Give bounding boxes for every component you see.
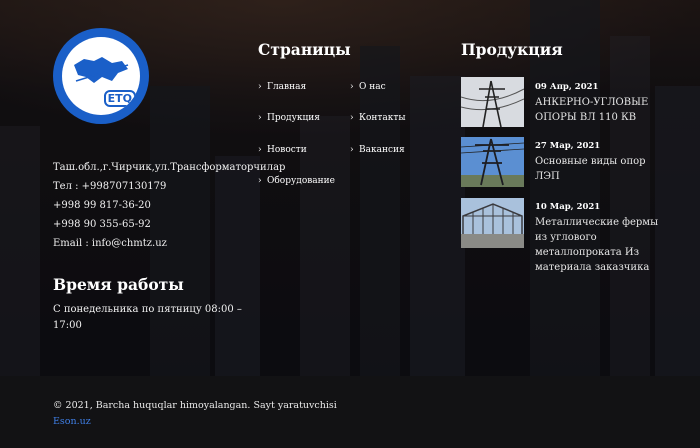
nav-link-news[interactable]: › Новости <box>258 145 307 155</box>
product-date: 10 Мар, 2021 <box>535 202 601 212</box>
nav-link-label: О нас <box>359 82 386 92</box>
product-title[interactable]: АНКЕРНО-УГЛОВЫЕ ОПОРЫ ВЛ 110 КВ <box>535 95 665 125</box>
developer-link[interactable]: Eson.uz <box>53 416 91 427</box>
chevron-right-icon: › <box>258 176 262 186</box>
product-thumbnail[interactable] <box>461 198 524 248</box>
phone-3: +998 90 355-65-92 <box>53 219 151 230</box>
nav-link-contacts[interactable]: › Контакты <box>350 113 406 123</box>
product-date: 27 Мар, 2021 <box>535 141 601 151</box>
nav-link-label: Контакты <box>359 113 406 123</box>
email-text: Email : info@chmtz.uz <box>53 238 167 249</box>
product-thumbnail[interactable] <box>461 77 524 127</box>
product-title[interactable]: Металлические фермы из углового металлоп… <box>535 215 665 275</box>
hours-line-2: 17:00 <box>53 320 82 331</box>
logo-inner: ETQ <box>62 37 140 115</box>
logo-text: ETQ <box>103 90 136 107</box>
nav-link-label: Вакансия <box>359 145 405 155</box>
pages-title: Страницы <box>258 40 351 59</box>
copyright-text: © 2021, Barcha huquqlar himoyalangan. Sa… <box>53 400 337 411</box>
nav-link-label: Оборудование <box>267 176 335 186</box>
product-thumbnail[interactable] <box>461 137 524 187</box>
nav-link-home[interactable]: › Главная <box>258 82 306 92</box>
hours-line-1: С понедельника по пятницу 08:00 – <box>53 304 242 315</box>
footer-bar <box>0 376 700 448</box>
nav-link-label: Главная <box>267 82 307 92</box>
power-tower-image <box>461 77 524 127</box>
chevron-right-icon: › <box>350 82 354 92</box>
nav-link-equipment[interactable]: › Оборудование <box>258 176 335 186</box>
hours-title: Время работы <box>53 275 184 294</box>
products-title: Продукция <box>461 40 563 59</box>
chevron-right-icon: › <box>258 82 262 92</box>
nav-link-vacancies[interactable]: › Вакансия <box>350 145 405 155</box>
product-title[interactable]: Основные виды опор ЛЭП <box>535 154 665 184</box>
nav-link-label: Новости <box>267 145 307 155</box>
company-logo[interactable]: ETQ <box>53 28 149 124</box>
nav-link-about[interactable]: › О нас <box>350 82 386 92</box>
nav-link-label: Продукция <box>267 113 320 123</box>
nav-link-products[interactable]: › Продукция <box>258 113 320 123</box>
address-text: Таш.обл.,г.Чирчик,ул.Трансформаторчилар <box>53 162 286 173</box>
power-tower-image <box>461 137 524 187</box>
product-date: 09 Апр, 2021 <box>535 82 599 92</box>
phone-1: Тел : +998707130179 <box>53 181 167 192</box>
map-icon <box>74 57 129 83</box>
steel-truss-image <box>461 198 524 248</box>
chevron-right-icon: › <box>258 145 262 155</box>
phone-2: +998 99 817-36-20 <box>53 200 151 211</box>
chevron-right-icon: › <box>258 113 262 123</box>
chevron-right-icon: › <box>350 113 354 123</box>
chevron-right-icon: › <box>350 145 354 155</box>
